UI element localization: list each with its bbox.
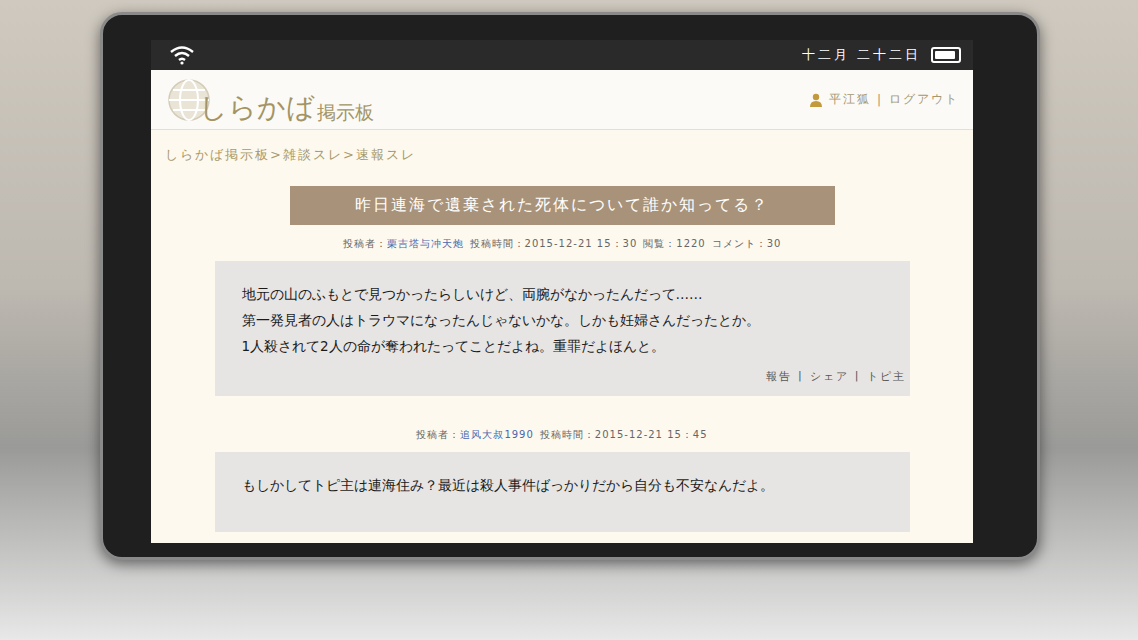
user-name[interactable]: 平江狐	[829, 91, 871, 108]
battery-icon	[931, 47, 961, 63]
breadcrumb-item[interactable]: しらかば掲示板	[165, 147, 270, 162]
breadcrumb-item[interactable]: 速報スレ	[356, 147, 416, 162]
action-separator: |	[798, 369, 804, 384]
logo-suffix: 掲示板	[317, 103, 374, 122]
post-meta: 投稿者：栗吉塔与冲天炮投稿時間：2015-12-21 15：30 閲覧：1220 コ…	[343, 237, 782, 251]
action-separator: |	[855, 369, 861, 384]
status-right: 十二月 二十二日	[802, 46, 961, 64]
meta-label: 投稿者：	[416, 429, 460, 440]
post-line: 地元の山のふもとで見つかったらしいけど、両腕がなかったんだって……	[242, 281, 906, 307]
battery-fill	[935, 51, 955, 59]
meta-value: 30	[767, 238, 782, 249]
tablet: 十二月 二十二日しらかば掲示板平江狐|ログアウトしらかば掲示板>雑談スレ>速報ス…	[100, 12, 1040, 560]
user-separator: |	[877, 93, 883, 107]
meta-label: 投稿者：	[343, 238, 387, 249]
meta-field: 投稿時間：2015-12-21 15：45	[540, 428, 708, 442]
post-action[interactable]: 報告	[766, 369, 792, 384]
date: 十二月 二十二日	[802, 46, 921, 64]
scene: 十二月 二十二日しらかば掲示板平江狐|ログアウトしらかば掲示板>雑談スレ>速報ス…	[0, 0, 1138, 640]
post-line: 1人殺されて2人の命が奪われたってことだよね。重罪だよほんと。	[242, 333, 906, 359]
meta-field: 投稿者：栗吉塔与冲天炮	[343, 237, 464, 251]
meta-label: 閲覧：	[643, 238, 676, 249]
content: しらかば掲示板>雑談スレ>速報スレ昨日連海で遺棄された死体について誰か知ってる？…	[151, 130, 973, 543]
post-action[interactable]: トピ主	[867, 369, 906, 384]
user-box: 平江狐 | ログアウト	[809, 91, 959, 108]
meta-value: 2015-12-21 15：30	[525, 238, 638, 249]
post-actions: 報告 | シェア | トピ主	[766, 369, 905, 384]
tablet-screen: 十二月 二十二日しらかば掲示板平江狐|ログアウトしらかば掲示板>雑談スレ>速報ス…	[151, 40, 973, 543]
meta-field: コメント：30	[712, 237, 782, 251]
thread-title: 昨日連海で遺棄された死体について誰か知ってる？	[290, 186, 835, 225]
meta-value: 2015-12-21 15：45	[595, 429, 708, 440]
meta-label: 投稿時間：	[470, 238, 525, 249]
breadcrumb-separator: >	[343, 147, 356, 162]
status-bar: 十二月 二十二日	[151, 40, 973, 70]
breadcrumb-item[interactable]: 雑談スレ	[283, 147, 343, 162]
logout-link[interactable]: ログアウト	[889, 91, 959, 108]
meta-value: 1220	[676, 238, 705, 249]
logo-text: しらかば	[199, 94, 315, 122]
meta-field: 投稿者：追风大叔1990	[416, 428, 533, 442]
meta-label: 投稿時間：	[540, 429, 595, 440]
post-line: もしかしてトピ主は連海住み？最近は殺人事件ばっかりだから自分も不安なんだよ。	[242, 472, 906, 498]
site-header: しらかば掲示板 平江狐 | ログアウト	[151, 70, 973, 130]
meta-value[interactable]: 追风大叔1990	[460, 429, 533, 440]
breadcrumb-separator: >	[270, 147, 283, 162]
meta-field: 投稿時間：2015-12-21 15：30	[470, 237, 638, 251]
post-body: 地元の山のふもとで見つかったらしいけど、両腕がなかったんだって……第一発見者の人…	[215, 261, 910, 396]
site-logo[interactable]: しらかば掲示板	[167, 78, 374, 122]
meta-field: 閲覧：1220	[643, 237, 705, 251]
post-body: もしかしてトピ主は連海住み？最近は殺人事件ばっかりだから自分も不安なんだよ。	[215, 452, 910, 532]
meta-label: コメント：	[712, 238, 767, 249]
post-action[interactable]: シェア	[810, 369, 849, 384]
meta-value[interactable]: 栗吉塔与冲天炮	[387, 238, 464, 249]
post-line: 第一発見者の人はトラウマになったんじゃないかな。しかも妊婦さんだったとか。	[242, 307, 906, 333]
user-icon	[809, 93, 823, 107]
breadcrumb: しらかば掲示板>雑談スレ>速報スレ	[165, 146, 416, 164]
wifi-icon	[169, 45, 195, 65]
post-meta: 投稿者：追风大叔1990 投稿時間：2015-12-21 15：45	[416, 428, 707, 442]
